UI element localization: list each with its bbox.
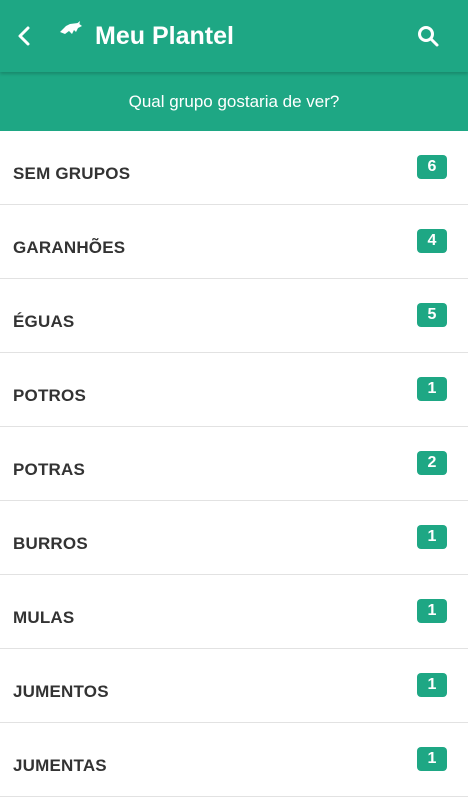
count-badge: 6 (417, 155, 447, 179)
chevron-left-icon (18, 26, 30, 46)
count-badge: 1 (417, 747, 447, 771)
app-bar: Meu Plantel (0, 0, 468, 72)
group-row-burros[interactable]: BURROS 1 (0, 501, 468, 575)
group-label: BURROS (13, 534, 88, 553)
group-prompt: Qual grupo gostaria de ver? (0, 72, 468, 131)
group-list: SEM GRUPOS 6 GARANHÕES 4 ÉGUAS 5 POTROS … (0, 131, 468, 797)
group-label: MULAS (13, 608, 75, 627)
count-badge: 1 (417, 673, 447, 697)
group-row-eguas[interactable]: ÉGUAS 5 (0, 279, 468, 353)
group-label: JUMENTAS (13, 756, 107, 775)
group-row-sem-grupos[interactable]: SEM GRUPOS 6 (0, 131, 468, 205)
group-prompt-text: Qual grupo gostaria de ver? (128, 91, 340, 111)
search-button[interactable] (414, 22, 442, 50)
count-badge: 1 (417, 377, 447, 401)
count-badge: 1 (417, 599, 447, 623)
back-button[interactable] (10, 22, 38, 50)
page-title: Meu Plantel (95, 22, 234, 50)
group-row-garanhoes[interactable]: GARANHÕES 4 (0, 205, 468, 279)
group-row-potros[interactable]: POTROS 1 (0, 353, 468, 427)
group-row-potras[interactable]: POTRAS 2 (0, 427, 468, 501)
group-label: ÉGUAS (13, 312, 75, 331)
group-label: POTROS (13, 386, 86, 405)
group-label: POTRAS (13, 460, 86, 479)
group-label: JUMENTOS (13, 682, 109, 701)
group-label: GARANHÕES (13, 238, 126, 257)
horse-logo-icon (56, 20, 84, 48)
count-badge: 2 (417, 451, 447, 475)
count-badge: 4 (417, 229, 447, 253)
group-row-jumentos[interactable]: JUMENTOS 1 (0, 649, 468, 723)
count-badge: 1 (417, 525, 447, 549)
search-icon (418, 26, 439, 47)
group-label: SEM GRUPOS (13, 164, 131, 183)
group-row-mulas[interactable]: MULAS 1 (0, 575, 468, 649)
group-row-jumentas[interactable]: JUMENTAS 1 (0, 723, 468, 797)
count-badge: 5 (417, 303, 447, 327)
